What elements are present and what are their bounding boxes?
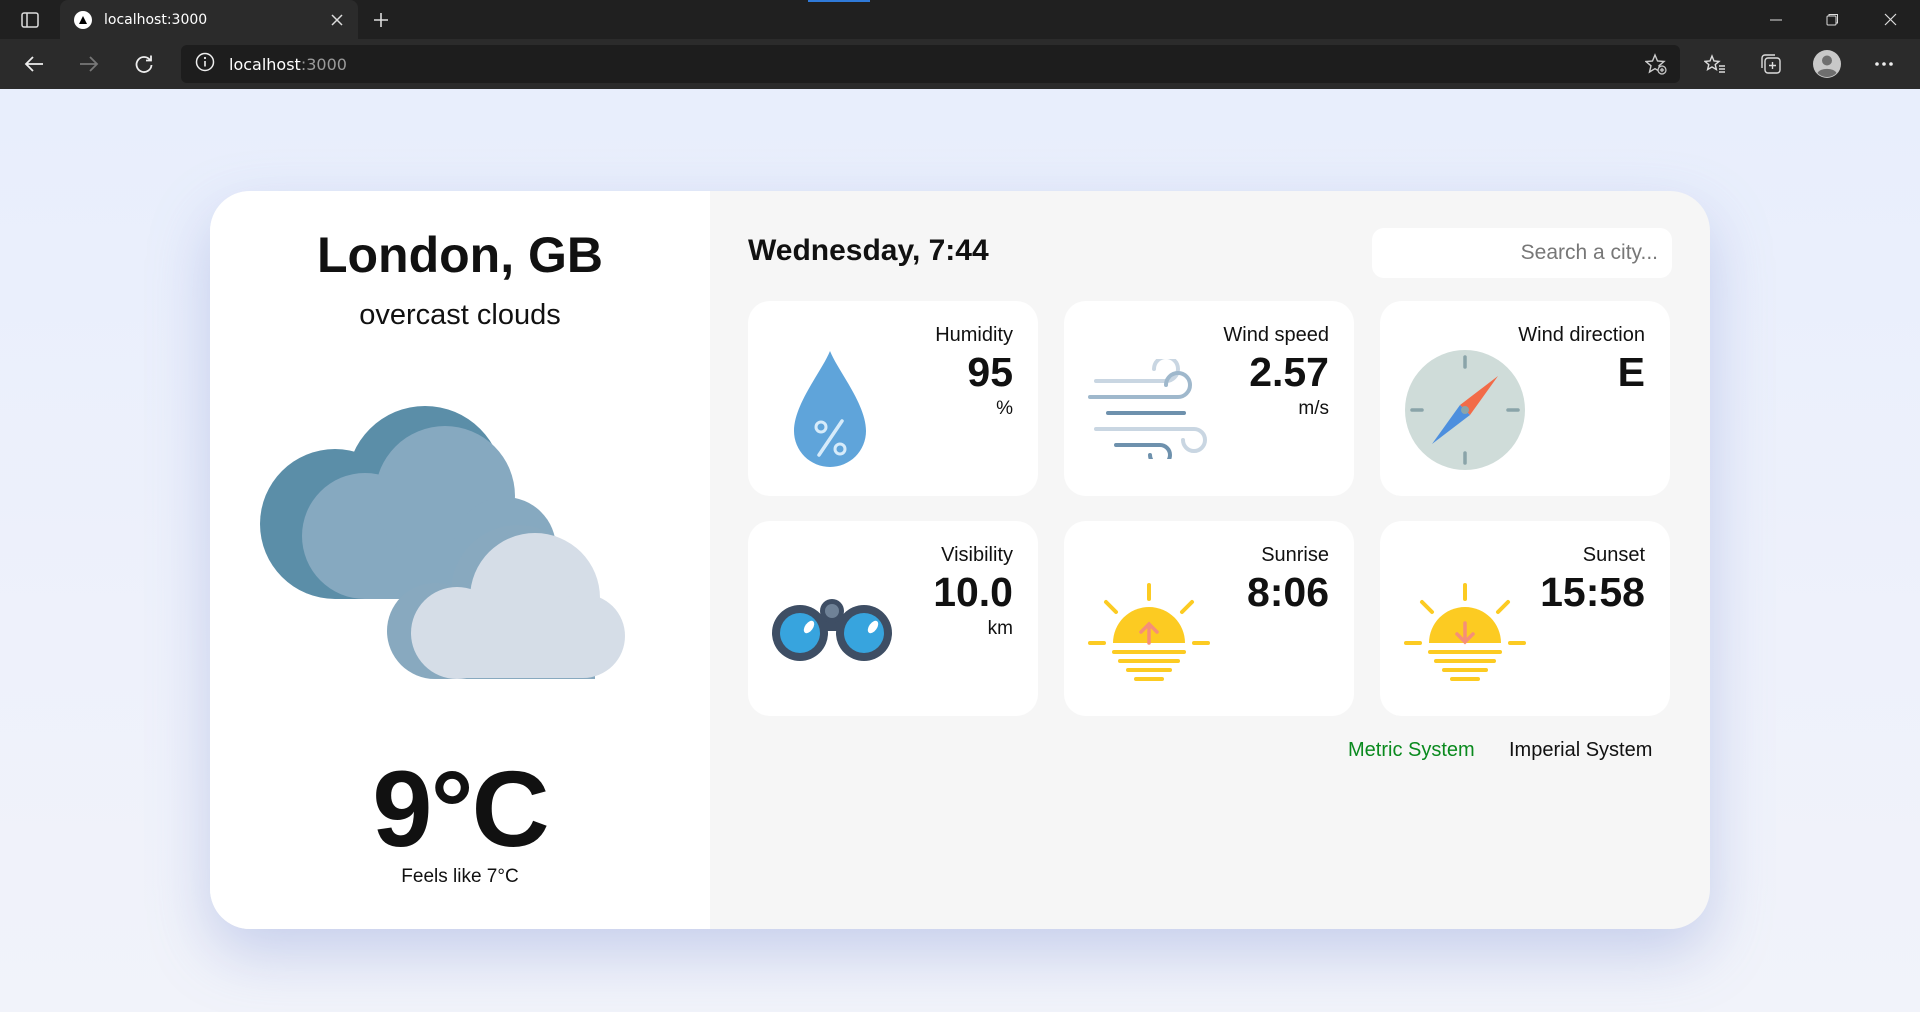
more-icon[interactable] — [1868, 48, 1900, 80]
temperature: 9°C — [372, 748, 549, 869]
wind-icon — [1088, 359, 1207, 459]
search-input[interactable] — [1372, 228, 1672, 278]
address-port: :3000 — [300, 54, 347, 74]
humidity-unit: % — [996, 398, 1013, 419]
sunset-label: Sunset — [1582, 544, 1645, 566]
compass-icon — [1405, 350, 1525, 470]
humidity-tile: Humidity 95 % — [748, 301, 1038, 496]
sunset-value: 15:58 — [1540, 569, 1645, 615]
sunset-tile: Sunset 15:58 — [1380, 521, 1670, 716]
collections-icon[interactable] — [1755, 48, 1787, 80]
date-time: Wednesday, 7:44 — [748, 234, 989, 267]
restore-icon[interactable] — [1804, 0, 1860, 39]
tab-title: localhost:3000 — [104, 11, 208, 28]
favorites-icon[interactable] — [1699, 48, 1731, 80]
minimize-icon[interactable] — [1748, 0, 1804, 39]
overcast-clouds-icon — [260, 406, 625, 679]
binoculars-icon — [772, 599, 892, 661]
visibility-unit: km — [987, 618, 1013, 639]
browser-toolbar: localhost:3000 — [0, 39, 1920, 89]
profile-icon[interactable] — [1811, 48, 1843, 80]
browser-titlebar: localhost:3000 — [0, 0, 1920, 39]
browser-tab[interactable]: localhost:3000 — [60, 0, 358, 39]
wind-speed-value: 2.57 — [1249, 349, 1329, 395]
sunrise-label: Sunrise — [1261, 544, 1329, 566]
back-icon[interactable] — [18, 48, 50, 80]
info-icon[interactable] — [195, 52, 215, 76]
humidity-drop-icon — [794, 351, 866, 467]
wind-speed-tile: Wind speed 2.57 m/s — [1064, 301, 1354, 496]
wind-speed-unit: m/s — [1298, 398, 1329, 419]
active-indicator — [808, 0, 870, 2]
wind-direction-tile: Wind direction E — [1380, 301, 1670, 496]
address-host: localhost — [229, 54, 301, 74]
humidity-label: Humidity — [935, 324, 1013, 346]
page-background: London, GB overcast clouds 9°C Feels lik… — [0, 89, 1920, 1012]
weather-card: London, GB overcast clouds 9°C Feels lik… — [210, 191, 1710, 929]
close-window-icon[interactable] — [1862, 0, 1918, 39]
feels-like: Feels like 7°C — [401, 866, 519, 887]
details-panel: Wednesday, 7:44 Humidity 95 % — [710, 191, 1710, 929]
refresh-icon[interactable] — [128, 48, 160, 80]
weather-description: overcast clouds — [359, 299, 561, 331]
humidity-value: 95 — [967, 349, 1013, 395]
visibility-value: 10.0 — [933, 569, 1013, 615]
current-weather-panel: London, GB overcast clouds 9°C Feels lik… — [210, 191, 710, 929]
close-icon[interactable] — [326, 9, 348, 31]
sunrise-icon — [1088, 583, 1210, 681]
visibility-label: Visibility — [941, 544, 1013, 566]
logo-icon — [74, 10, 92, 29]
wind-direction-value: E — [1617, 349, 1645, 395]
city-name: London, GB — [316, 227, 604, 283]
sunrise-tile: Sunrise 8:06 — [1064, 521, 1354, 716]
sunrise-value: 8:06 — [1246, 569, 1329, 615]
forward-icon[interactable] — [73, 48, 105, 80]
imperial-system-toggle[interactable]: Imperial System — [1509, 739, 1652, 762]
plus-icon[interactable] — [368, 7, 394, 33]
add-favorite-icon[interactable] — [1644, 52, 1668, 76]
tab-actions-icon[interactable] — [16, 8, 44, 32]
sunset-icon — [1404, 583, 1526, 681]
wind-speed-label: Wind speed — [1223, 324, 1329, 346]
metric-system-toggle[interactable]: Metric System — [1348, 739, 1475, 762]
wind-direction-label: Wind direction — [1518, 324, 1645, 346]
address-bar[interactable]: localhost:3000 — [181, 45, 1680, 83]
visibility-tile: Visibility 10.0 km — [748, 521, 1038, 716]
